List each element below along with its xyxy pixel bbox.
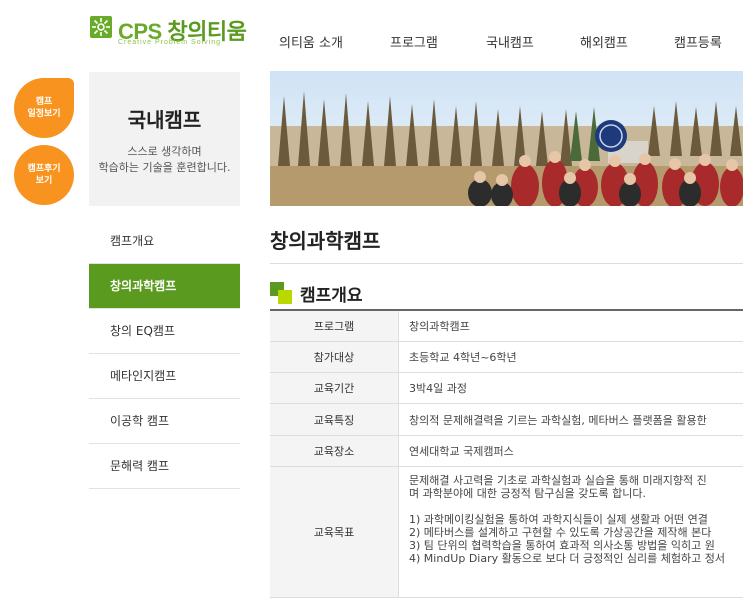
- title-divider: [270, 263, 743, 264]
- page-title: 창의과학캠프: [270, 229, 381, 253]
- table-row: 프로그램 창의과학캠프: [270, 311, 743, 342]
- sidebar-header: 국내캠프 스스로 생각하며 학습하는 기술을 훈련합니다.: [89, 72, 240, 206]
- nav-item-overseas-camp[interactable]: 해외캠프: [580, 32, 628, 51]
- table-row: 참가대상 초등학교 4학년~6학년: [270, 342, 743, 373]
- table-cell: 창의과학캠프: [409, 320, 470, 333]
- table-header-cell: 프로그램: [270, 311, 399, 341]
- hero-image: [270, 71, 743, 206]
- table-header-cell: 교육장소: [270, 436, 399, 466]
- table-row: 교육기간 3박4일 과정: [270, 373, 743, 404]
- table-cell: 초등학교 4학년~6학년: [409, 351, 517, 364]
- table-header-cell: 교육특징: [270, 404, 399, 435]
- section-bullet-icon: [270, 282, 292, 304]
- table-cell: 3박4일 과정: [409, 382, 467, 395]
- table-header-cell: 참가대상: [270, 342, 399, 372]
- table-header-cell: 교육목표: [270, 467, 399, 597]
- sidebar-item-camp-overview[interactable]: 캠프개요: [89, 219, 240, 264]
- nav-item-program[interactable]: 프로그램: [390, 32, 438, 51]
- camp-info-table: 프로그램 창의과학캠프 참가대상 초등학교 4학년~6학년 교육기간 3박4일 …: [270, 309, 743, 598]
- table-cell: 창의적 문제해결력을 기르는 과학실험, 메타버스 플랫폼을 활용한: [409, 413, 707, 427]
- table-cell: 연세대학교 국제캠퍼스: [409, 445, 514, 458]
- camp-schedule-label: 캠프 일정보기: [27, 97, 61, 119]
- table-row: 교육특징 창의적 문제해결력을 기르는 과학실험, 메타버스 플랫폼을 활용한: [270, 404, 743, 436]
- sidebar-item-engineering-camp[interactable]: 이공학 캠프: [89, 399, 240, 444]
- section-title: 캠프개요: [300, 286, 363, 306]
- nav-item-camp-register[interactable]: 캠프등록: [674, 32, 722, 51]
- sidebar-title: 국내캠프: [127, 108, 202, 132]
- sidebar-item-creative-science-camp[interactable]: 창의과학캠프: [89, 264, 240, 309]
- sidebar-nav: 캠프개요 창의과학캠프 창의 EQ캠프 메타인지캠프 이공학 캠프 문해력 캠프: [89, 219, 240, 489]
- camp-schedule-button[interactable]: 캠프 일정보기: [14, 78, 74, 138]
- table-row: 교육장소 연세대학교 국제캠퍼스: [270, 436, 743, 467]
- table-cell-goal: 문제해결 사고력을 기초로 과학실험과 실습을 통해 미래지향적 진 며 과학분…: [409, 474, 725, 565]
- sidebar-item-eq-camp[interactable]: 창의 EQ캠프: [89, 309, 240, 354]
- nav-item-about[interactable]: 의티움 소개: [279, 32, 343, 51]
- table-header-cell: 교육기간: [270, 373, 399, 403]
- table-row: 교육목표 문제해결 사고력을 기초로 과학실험과 실습을 통해 미래지향적 진 …: [270, 467, 743, 598]
- nav-item-domestic-camp[interactable]: 국내캠프: [486, 32, 534, 51]
- camp-review-label: 캠프후기 보기: [27, 164, 61, 186]
- camp-review-button[interactable]: 캠프후기 보기: [14, 145, 74, 205]
- global-nav: 의티움 소개 프로그램 국내캠프 해외캠프 캠프등록: [0, 32, 743, 52]
- sidebar-item-metacognition-camp[interactable]: 메타인지캠프: [89, 354, 240, 399]
- sidebar-description: 스스로 생각하며 학습하는 기술을 훈련합니다.: [98, 145, 231, 174]
- sidebar-item-literacy-camp[interactable]: 문해력 캠프: [89, 444, 240, 489]
